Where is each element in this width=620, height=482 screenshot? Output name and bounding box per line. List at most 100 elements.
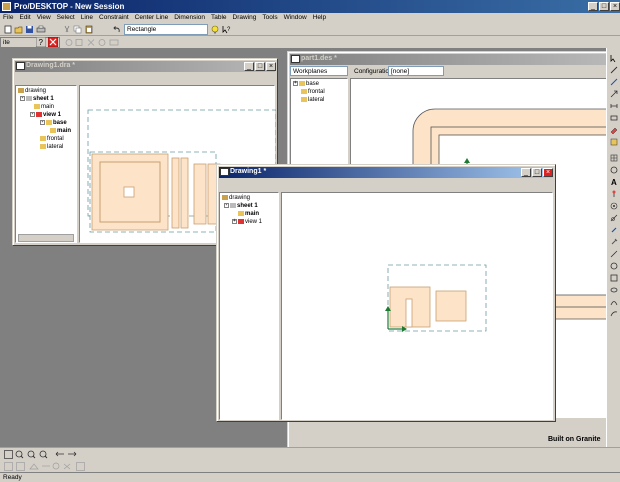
- context-help-icon[interactable]: ?: [222, 25, 232, 34]
- tree-item-label: view 1: [43, 112, 62, 119]
- app-titlebar: Pro/DESKTOP - New Session _ □ ×: [0, 0, 620, 13]
- tree-item-base[interactable]: + base: [293, 81, 319, 88]
- fill-icon[interactable]: [610, 138, 618, 146]
- menu-tools[interactable]: Tools: [259, 13, 280, 21]
- tree-item-view[interactable]: + view 1: [232, 219, 262, 226]
- curve-icon[interactable]: [610, 310, 618, 318]
- configuration-combo[interactable]: [none]: [388, 66, 444, 76]
- wrench-icon[interactable]: [610, 238, 618, 246]
- constraint-icon[interactable]: [610, 90, 618, 98]
- tree-item-frontal[interactable]: frontal: [301, 89, 325, 96]
- collapse-icon[interactable]: -: [224, 203, 229, 208]
- close-button[interactable]: ×: [610, 2, 620, 11]
- tree-item-main[interactable]: main: [238, 211, 259, 218]
- copy-icon[interactable]: [73, 25, 83, 34]
- drawing-active-icon: [220, 168, 229, 176]
- help-icon[interactable]: ?: [36, 37, 46, 47]
- text-icon[interactable]: A: [610, 178, 618, 186]
- tree-item-main-sub[interactable]: main: [50, 128, 71, 135]
- menu-file[interactable]: File: [0, 13, 16, 21]
- drawing-active-window[interactable]: Drawing1 * _ □ × drawing - sheet 1 main +…: [216, 164, 556, 422]
- menu-table[interactable]: Table: [208, 13, 230, 21]
- tree-item-frontal[interactable]: frontal: [40, 136, 64, 143]
- tree-item-label: drawing: [229, 195, 251, 202]
- new-icon[interactable]: [3, 25, 13, 34]
- main-toolbar: Rectangle ?: [0, 23, 620, 36]
- select-arrow-icon[interactable]: [610, 54, 618, 62]
- drawing-active-titlebar[interactable]: Drawing1 * _ □ ×: [219, 167, 553, 178]
- open-icon[interactable]: [14, 25, 24, 34]
- left-field-value: ite: [3, 39, 10, 46]
- collapse-icon[interactable]: -: [40, 120, 45, 125]
- square-icon[interactable]: [610, 274, 618, 282]
- right-toolbar: A: [606, 48, 620, 447]
- rectangle-icon[interactable]: [610, 114, 618, 122]
- tree-item-lateral[interactable]: lateral: [301, 97, 324, 104]
- menu-constraint[interactable]: Constraint: [96, 13, 132, 21]
- cut-icon[interactable]: [62, 25, 72, 34]
- menu-drawing[interactable]: Drawing: [230, 13, 260, 21]
- menu-center-line[interactable]: Center Line: [132, 13, 172, 21]
- expand-icon[interactable]: +: [232, 219, 237, 224]
- drawing-dra-minimize-button[interactable]: _: [244, 62, 254, 71]
- tree-item-label: lateral: [47, 144, 64, 151]
- arc-icon[interactable]: [610, 298, 618, 306]
- close-panel-icon[interactable]: [48, 37, 58, 47]
- menu-edit[interactable]: Edit: [16, 13, 33, 21]
- tree-item-sheet[interactable]: - sheet 1: [224, 203, 258, 210]
- line-icon[interactable]: [610, 78, 618, 86]
- tree-item-label: drawing: [25, 88, 47, 95]
- pin-icon[interactable]: [610, 190, 618, 198]
- dimension-icon[interactable]: [610, 102, 618, 110]
- drawing-dra-titlebar[interactable]: Drawing1.dra * _ □ ×: [15, 61, 276, 72]
- minimize-button[interactable]: _: [588, 2, 598, 11]
- tree-item-main[interactable]: main: [34, 104, 54, 111]
- workplanes-combo[interactable]: Workplanes: [290, 66, 348, 76]
- symbol-icon[interactable]: [610, 166, 618, 174]
- expand-icon[interactable]: +: [293, 81, 298, 86]
- menu-dimension[interactable]: Dimension: [171, 13, 208, 21]
- save-icon[interactable]: [25, 25, 35, 34]
- tool-combo[interactable]: Rectangle: [124, 24, 208, 35]
- menu-window[interactable]: Window: [281, 13, 310, 21]
- diagonal-line-icon[interactable]: [610, 250, 618, 258]
- tree-horizontal-scrollbar[interactable]: [18, 234, 74, 242]
- tool-icon[interactable]: [610, 226, 618, 234]
- lightbulb-icon[interactable]: [210, 25, 220, 34]
- pencil-icon[interactable]: [610, 66, 618, 74]
- print-icon[interactable]: [36, 25, 46, 34]
- undo-icon[interactable]: [112, 25, 122, 34]
- tangent-icon[interactable]: [610, 214, 618, 222]
- collapse-icon[interactable]: -: [30, 112, 35, 117]
- collapse-icon[interactable]: -: [20, 96, 25, 101]
- circle-icon[interactable]: [610, 262, 618, 270]
- table-icon[interactable]: [610, 154, 618, 162]
- erase-icon[interactable]: [610, 126, 618, 134]
- drawing-active-close-button[interactable]: ×: [543, 168, 553, 177]
- drawing-active-maximize-button[interactable]: □: [532, 168, 542, 177]
- tree-item-sheet[interactable]: - sheet 1: [20, 96, 54, 103]
- tree-item-label: base: [306, 81, 320, 88]
- drawing-dra-maximize-button[interactable]: □: [255, 62, 265, 71]
- drawing-active-minimize-button[interactable]: _: [521, 168, 531, 177]
- menu-view[interactable]: View: [34, 13, 54, 21]
- ellipse-icon[interactable]: [610, 286, 618, 294]
- drawing-active-viewport[interactable]: [281, 192, 553, 420]
- view-tools-icon: [4, 462, 85, 471]
- secondary-toolbar: ite ?: [0, 36, 620, 48]
- tree-item-lateral[interactable]: lateral: [40, 144, 63, 151]
- part-window-titlebar[interactable]: part1.des *: [290, 54, 607, 65]
- tree-item-view[interactable]: - view 1: [30, 112, 61, 119]
- drawing-active-tree: drawing - sheet 1 main + view 1: [219, 192, 279, 420]
- drawing-dra-close-button[interactable]: ×: [266, 62, 276, 71]
- menu-line[interactable]: Line: [78, 13, 96, 21]
- target-icon[interactable]: [610, 202, 618, 210]
- tree-item-label: main: [41, 104, 55, 111]
- workplanes-combo-value: Workplanes: [293, 68, 328, 75]
- maximize-button[interactable]: □: [599, 2, 609, 11]
- menu-select[interactable]: Select: [54, 13, 78, 21]
- menu-help[interactable]: Help: [310, 13, 329, 21]
- tree-item-base[interactable]: - base: [40, 120, 67, 127]
- paste-icon[interactable]: [84, 25, 94, 34]
- zoom-tools-icon[interactable]: [4, 450, 80, 459]
